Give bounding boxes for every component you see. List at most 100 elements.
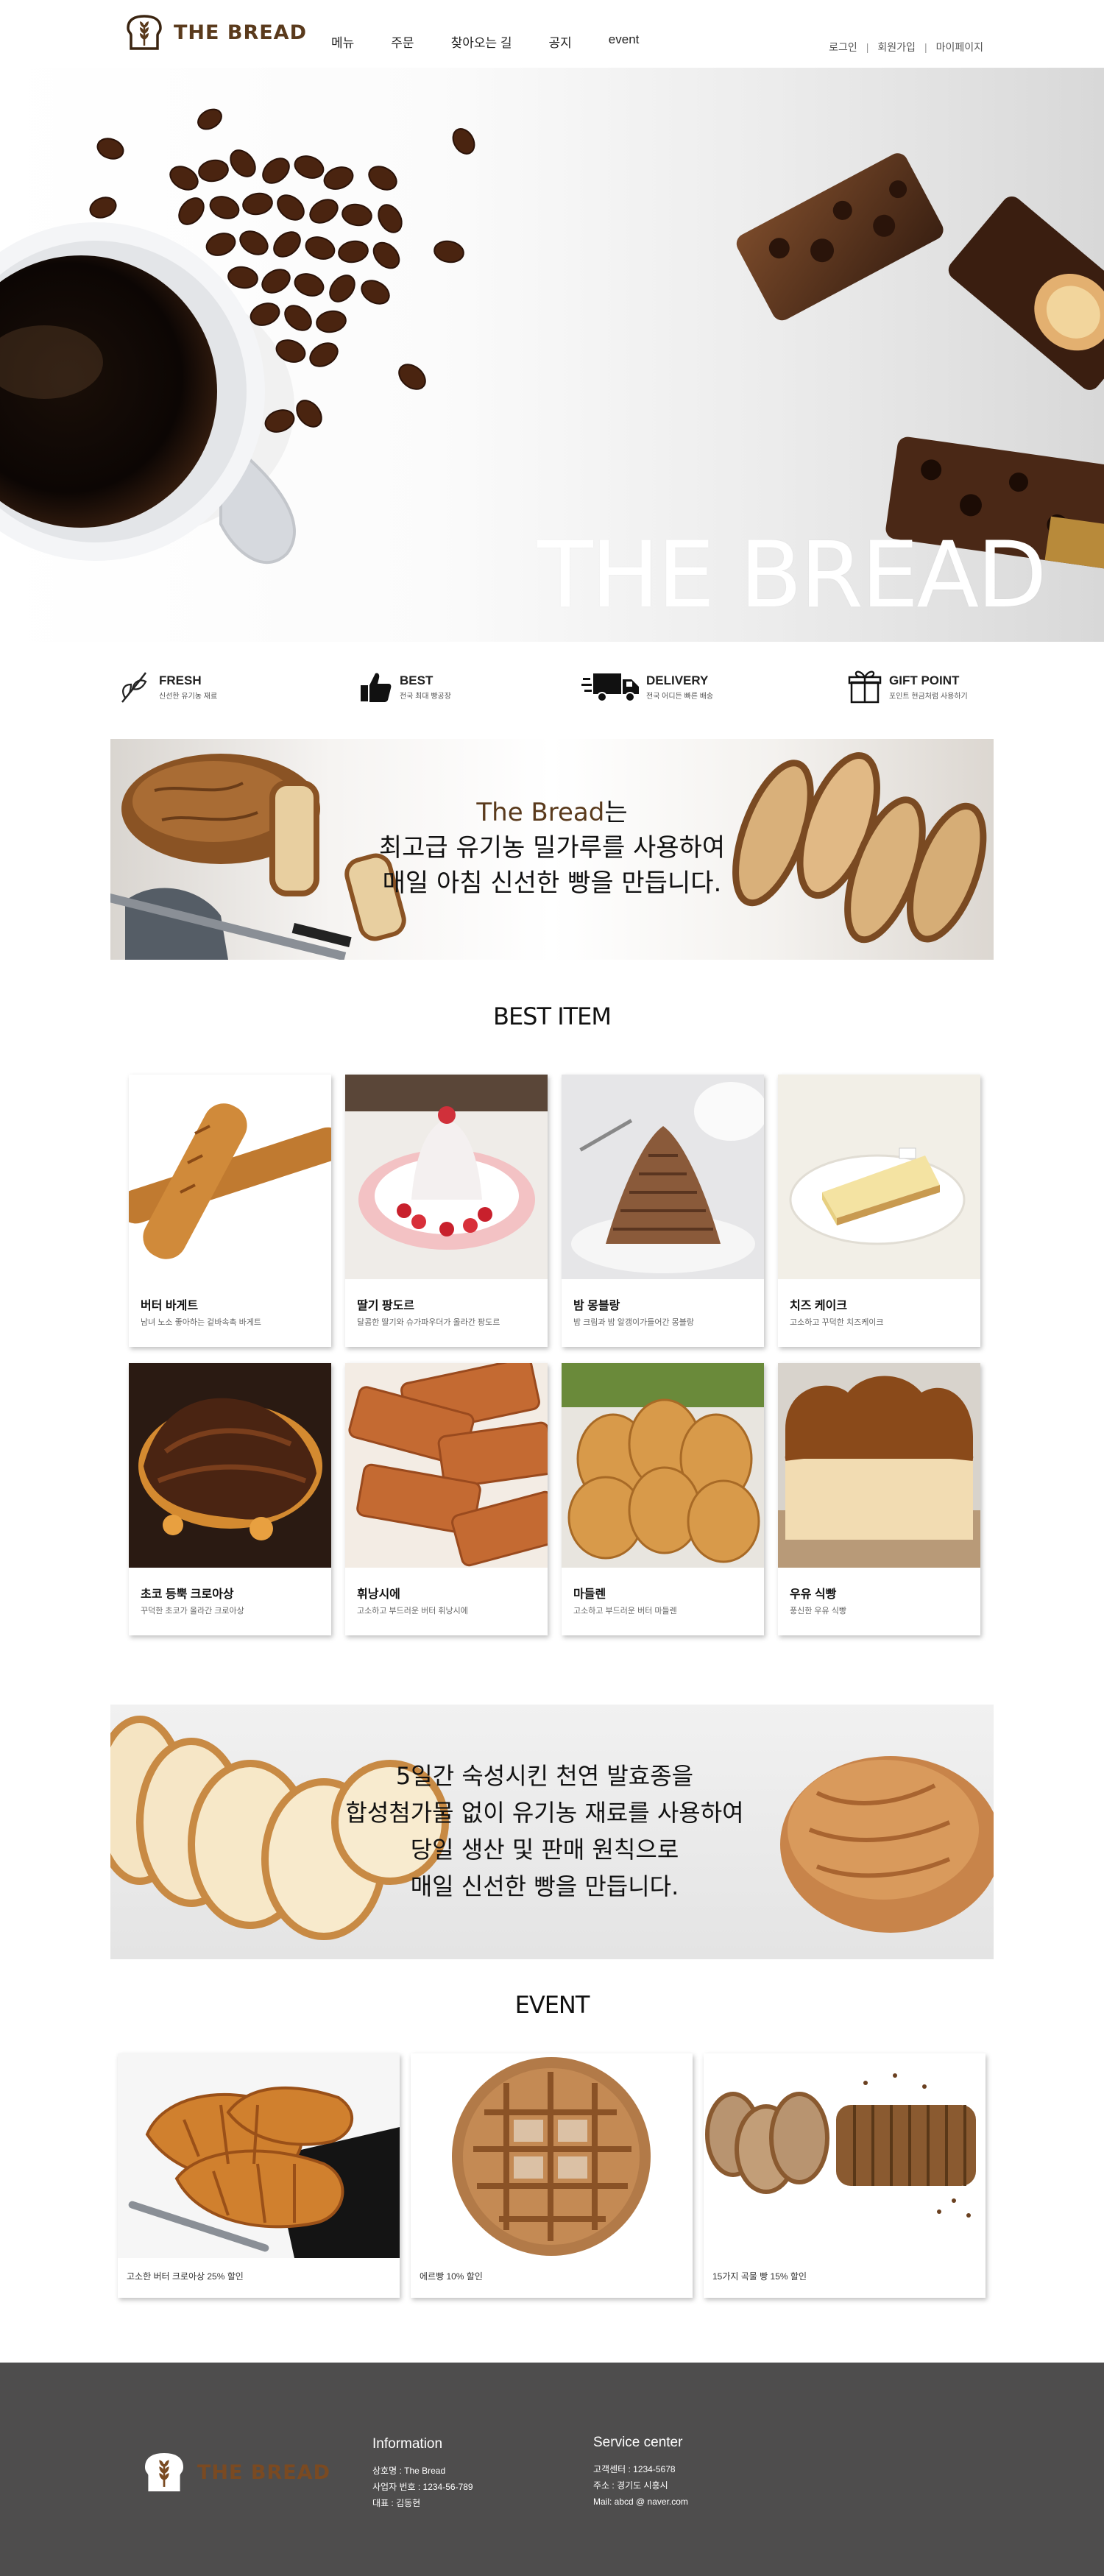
footer-info-title: Information — [372, 2436, 443, 2452]
intro-banner: The Bread는 최고급 유기농 밀가루를 사용하여 매일 아침 신선한 빵… — [110, 739, 994, 960]
bread-logo-icon — [127, 15, 162, 50]
product-image — [778, 1363, 980, 1568]
product-card[interactable]: 밤 몽블랑 밤 크림과 밤 알갱이가들어간 몽블랑 — [562, 1075, 764, 1347]
product-name: 딸기 팡도르 — [357, 1300, 415, 1312]
logo[interactable]: THE BREAD — [124, 12, 307, 53]
bread-logo-icon — [144, 2452, 184, 2492]
intro-text: The Bread는 최고급 유기농 밀가루를 사용하여 매일 아침 신선한 빵… — [331, 795, 773, 901]
hero-title: THE BREAD — [537, 523, 1047, 629]
header: THE BREAD 메뉴 주문 찾아오는 길 공지 event 로그인 | 회원… — [0, 0, 1104, 68]
product-image — [562, 1363, 764, 1568]
product-card[interactable]: 휘낭시에 고소하고 부드러운 버터 휘낭시에 — [345, 1363, 548, 1635]
philosophy-text: 5일간 숙성시킨 천연 발효종을 합성첨가물 없이 유기농 재료를 사용하여 당… — [302, 1758, 788, 1905]
product-desc: 꾸덕한 초코가 올라간 크로아상 — [141, 1607, 244, 1616]
footer-logo[interactable]: THE BREAD — [140, 2449, 330, 2495]
footer-service-line: 주소 : 경기도 시흥시 — [593, 2480, 668, 2491]
product-desc: 고소하고 꾸덕한 치즈케이크 — [790, 1318, 884, 1327]
product-card[interactable]: 우유 식빵 풍신한 우유 식빵 — [778, 1363, 980, 1635]
footer-logo-text: THE BREAD — [197, 2460, 330, 2484]
intro-line: 최고급 유기농 밀가루를 사용하여 — [378, 833, 726, 863]
util-links: 로그인 | 회원가입 | 마이페이지 — [829, 40, 983, 54]
product-name: 밤 몽블랑 — [573, 1300, 620, 1312]
philosophy-banner: 5일간 숙성시킨 천연 발효종을 합성첨가물 없이 유기농 재료를 사용하여 당… — [110, 1705, 994, 1959]
signup-link[interactable]: 회원가입 — [877, 40, 916, 54]
philosophy-line: 5일간 숙성시킨 천연 발효종을 — [395, 1762, 694, 1790]
util-divider: | — [866, 41, 869, 53]
philosophy-line: 당일 생산 및 판매 원칙으로 — [410, 1836, 679, 1864]
nav-event[interactable]: event — [609, 32, 640, 51]
product-desc: 달콤한 딸기와 슈가파우더가 올라간 팡도르 — [357, 1318, 500, 1327]
feature-subtitle: 전국 최대 빵공장 — [400, 692, 451, 701]
event-card[interactable]: 에르빵 10% 할인 — [411, 2053, 693, 2298]
login-link[interactable]: 로그인 — [829, 40, 857, 54]
truck-icon — [581, 668, 640, 705]
thumbs-up-icon — [357, 668, 394, 705]
event-text: 고소한 버터 크로아상 25% 할인 — [127, 2271, 244, 2282]
philosophy-line: 합성첨가물 없이 유기농 재료를 사용하여 — [345, 1799, 744, 1827]
feature-fresh: FRESH 신선한 유기농 재료 — [116, 668, 217, 705]
event-text: 에르빵 10% 할인 — [420, 2271, 483, 2282]
event-image — [704, 2053, 986, 2258]
footer-service-title: Service center — [593, 2435, 683, 2450]
product-name: 우유 식빵 — [790, 1588, 837, 1601]
nav-notice[interactable]: 공지 — [549, 32, 572, 51]
product-image — [562, 1075, 764, 1279]
mypage-link[interactable]: 마이페이지 — [936, 40, 983, 54]
best-item-title: BEST ITEM — [492, 1002, 612, 1030]
product-desc: 밤 크림과 밤 알갱이가들어간 몽블랑 — [573, 1318, 695, 1327]
nav-menu[interactable]: 메뉴 — [331, 32, 354, 51]
footer-service-line: 고객센터 : 1234-5678 — [593, 2464, 676, 2474]
intro-line: 매일 아침 신선한 빵을 만듭니다. — [382, 868, 722, 898]
footer-info-line: 대표 : 김동현 — [372, 2498, 421, 2508]
product-name: 마들렌 — [573, 1588, 606, 1601]
event-text: 15가지 곡물 빵 15% 할인 — [712, 2271, 807, 2282]
feature-title: FRESH — [159, 673, 202, 687]
product-name: 버터 바게트 — [141, 1300, 199, 1312]
footer-service-center: Service center 고객센터 : 1234-5678 주소 : 경기도… — [593, 2435, 688, 2510]
event-title: EVENT — [514, 1991, 590, 2019]
product-card[interactable]: 딸기 팡도르 달콤한 딸기와 슈가파우더가 올라간 팡도르 — [345, 1075, 548, 1347]
product-card[interactable]: 치즈 케이크 고소하고 꾸덕한 치즈케이크 — [778, 1075, 980, 1347]
brand-name: The Bread — [476, 798, 605, 827]
brand-suffix: 는 — [604, 798, 628, 827]
product-card[interactable]: 버터 바게트 남녀 노소 좋아하는 겉바속촉 바게트 — [129, 1075, 331, 1347]
event-card[interactable]: 15가지 곡물 빵 15% 할인 — [704, 2053, 986, 2298]
product-image — [345, 1363, 548, 1568]
product-name: 치즈 케이크 — [790, 1300, 848, 1312]
main-nav: 메뉴 주문 찾아오는 길 공지 event — [331, 32, 676, 51]
product-card[interactable]: 마들렌 고소하고 부드러운 버터 마들렌 — [562, 1363, 764, 1635]
footer-info-line: 상호명 : The Bread — [372, 2466, 446, 2476]
product-card[interactable]: 초코 등뿍 크로아상 꾸덕한 초코가 올라간 크로아상 — [129, 1363, 331, 1635]
gift-icon — [846, 668, 883, 705]
feature-delivery: DELIVERY 전국 어디든 빠른 배송 — [581, 668, 713, 705]
feature-subtitle: 포인트 현금처럼 사용하기 — [889, 692, 968, 701]
footer: THE BREAD Information 상호명 : The Bread 사업… — [0, 2363, 1104, 2576]
nav-directions[interactable]: 찾아오는 길 — [451, 32, 512, 51]
feature-title: DELIVERY — [646, 673, 709, 687]
product-desc: 남녀 노소 좋아하는 겉바속촉 바게트 — [141, 1318, 262, 1327]
nav-order[interactable]: 주문 — [391, 32, 414, 51]
product-image — [129, 1363, 331, 1568]
feature-best: BEST 전국 최대 빵공장 — [357, 668, 451, 705]
product-image — [345, 1075, 548, 1279]
logo-text: THE BREAD — [174, 21, 307, 44]
product-name: 휘낭시에 — [357, 1588, 400, 1601]
product-desc: 고소하고 부드러운 버터 휘낭시에 — [357, 1607, 468, 1616]
hero-banner: THE BREAD — [0, 68, 1104, 642]
feature-gift-point: GIFT POINT 포인트 현금처럼 사용하기 — [846, 668, 968, 705]
wheat-icon — [116, 668, 153, 705]
product-name: 초코 등뿍 크로아상 — [141, 1588, 234, 1601]
event-card[interactable]: 고소한 버터 크로아상 25% 할인 — [118, 2053, 400, 2298]
feature-subtitle: 신선한 유기농 재료 — [159, 692, 218, 701]
philosophy-line: 매일 신선한 빵을 만듭니다. — [410, 1872, 679, 1900]
footer-information: Information 상호명 : The Bread 사업자 번호 : 123… — [372, 2436, 473, 2511]
product-image — [778, 1075, 980, 1279]
product-desc: 고소하고 부드러운 버터 마들렌 — [573, 1607, 677, 1616]
footer-info-line: 사업자 번호 : 1234-56-789 — [372, 2482, 473, 2492]
product-desc: 풍신한 우유 식빵 — [790, 1607, 846, 1616]
event-image — [411, 2053, 693, 2258]
event-image — [118, 2053, 400, 2258]
product-image — [129, 1075, 331, 1279]
feature-title: BEST — [400, 673, 434, 687]
footer-service-line: Mail: abcd @ naver.com — [593, 2497, 688, 2507]
